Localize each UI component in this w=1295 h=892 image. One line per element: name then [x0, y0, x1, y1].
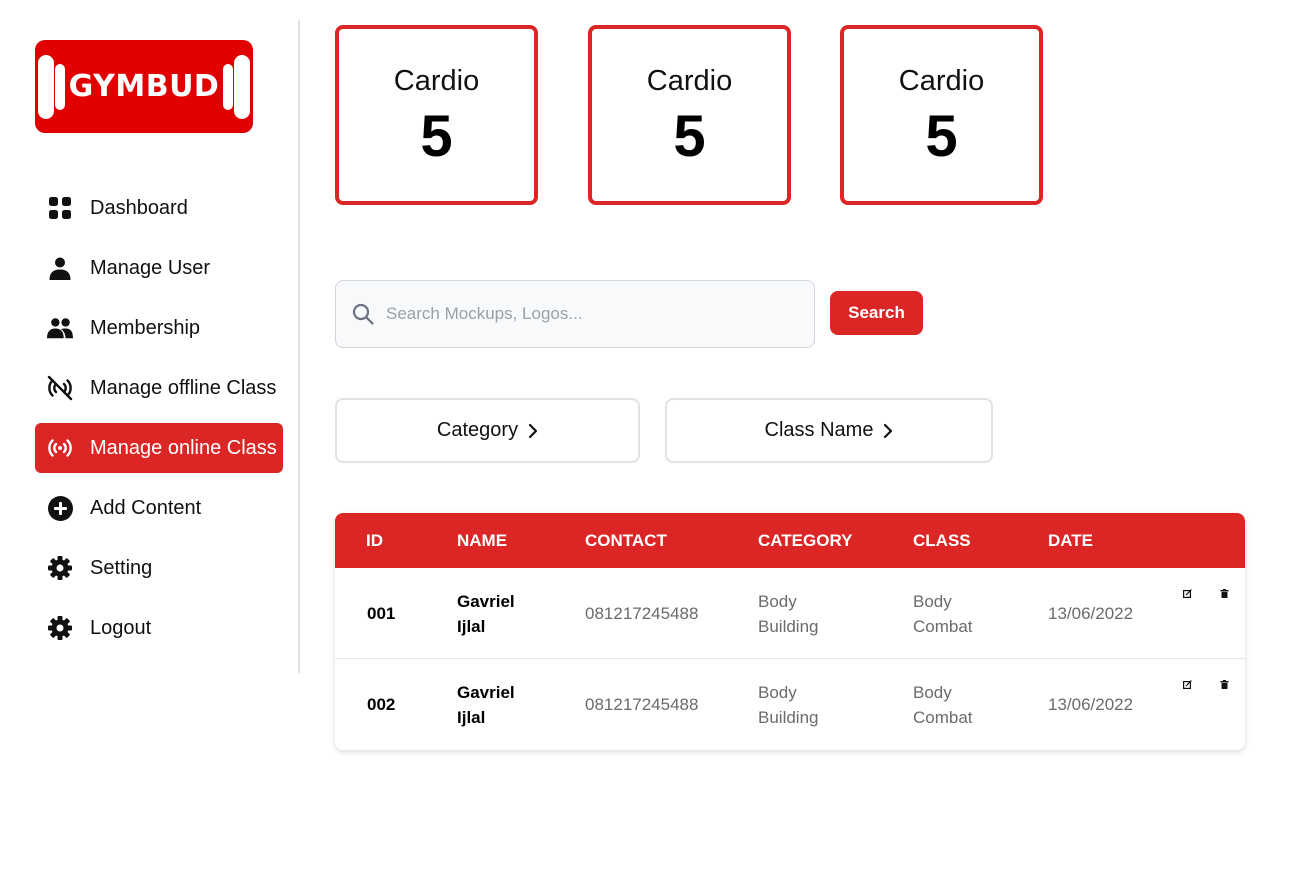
column-header-contact[interactable]: CONTACT	[585, 513, 667, 568]
row-class: Body Combat	[913, 680, 973, 730]
sidebar-item-manage-offline-class[interactable]: Manage offline Class	[35, 363, 283, 413]
search-input[interactable]	[386, 304, 786, 324]
members-table: ID NAME CONTACT CATEGORY CLASS DATE 001 …	[335, 513, 1245, 750]
row-name-first: Gavriel	[457, 683, 515, 702]
row-category-line: Body	[758, 592, 797, 611]
row-category: Body Building	[758, 680, 819, 730]
row-category-line: Building	[758, 708, 819, 727]
class-name-filter[interactable]: Class Name	[665, 398, 993, 463]
sidebar-item-label: Setting	[90, 556, 153, 579]
column-header-date[interactable]: DATE	[1048, 513, 1093, 568]
sidebar-nav: Dashboard Manage User Membership Manage …	[35, 183, 283, 663]
stat-label: Cardio	[898, 65, 985, 97]
category-filter-label: Category	[436, 419, 519, 441]
column-header-category[interactable]: CATEGORY	[758, 513, 852, 568]
row-name-first: Gavriel	[457, 592, 515, 611]
row-id: 001	[367, 604, 396, 623]
delete-icon[interactable]	[1220, 585, 1230, 598]
row-class-line: Combat	[913, 617, 973, 636]
edit-icon[interactable]	[1183, 585, 1193, 599]
sidebar-item-label: Manage User	[90, 256, 211, 279]
row-class-line: Body	[913, 683, 952, 702]
broadcast-icon	[47, 435, 73, 461]
sidebar-item-label: Add Content	[90, 496, 202, 519]
row-id: 002	[367, 695, 396, 714]
broadcast-off-icon	[47, 375, 73, 401]
stat-value: 5	[420, 104, 453, 169]
table-header: ID NAME CONTACT CATEGORY CLASS DATE	[335, 513, 1245, 568]
edit-icon[interactable]	[1183, 676, 1193, 690]
search-box	[335, 280, 815, 348]
column-header-class[interactable]: CLASS	[913, 513, 971, 568]
user-icon	[47, 255, 73, 281]
row-date: 13/06/2022	[1048, 604, 1134, 623]
logo-plate-right-small	[223, 63, 234, 110]
logo-plate-right	[234, 54, 251, 119]
row-category-line: Body	[758, 683, 797, 702]
table-row: 002 Gavriel Ijlal 081217245488 Body Buil…	[335, 659, 1245, 750]
sidebar-item-logout[interactable]: Logout	[35, 603, 283, 653]
users-icon	[47, 315, 73, 341]
logo-plate-left	[37, 54, 54, 119]
class-name-filter-label: Class Name	[764, 419, 874, 441]
row-category-line: Building	[758, 617, 819, 636]
sidebar-item-label: Logout	[90, 616, 152, 639]
row-name: Gavriel Ijlal	[457, 589, 515, 639]
search-button[interactable]: Search	[830, 291, 923, 335]
sidebar-item-setting[interactable]: Setting	[35, 543, 283, 593]
sidebar-item-manage-user[interactable]: Manage User	[35, 243, 283, 293]
logo-text: GYMBUD	[68, 69, 220, 104]
gymbud-logo[interactable]: GYMBUD	[35, 40, 253, 133]
sidebar-item-dashboard[interactable]: Dashboard	[35, 183, 283, 233]
sidebar: GYMBUD Dashboard Manage User Membership	[0, 20, 300, 673]
delete-icon[interactable]	[1220, 676, 1230, 689]
stat-card: Cardio 5	[335, 25, 538, 205]
sidebar-item-label: Dashboard	[90, 196, 188, 219]
row-contact: 081217245488	[585, 695, 699, 714]
row-name: Gavriel Ijlal	[457, 680, 515, 730]
chevron-right-icon	[528, 423, 538, 439]
table-row: 001 Gavriel Ijlal 081217245488 Body Buil…	[335, 568, 1245, 659]
row-name-last: Ijlal	[457, 617, 486, 636]
sidebar-item-membership[interactable]: Membership	[35, 303, 283, 353]
sidebar-item-manage-online-class[interactable]: Manage online Class	[35, 423, 283, 473]
column-header-name[interactable]: NAME	[457, 513, 507, 568]
row-date: 13/06/2022	[1048, 695, 1134, 714]
stat-value: 5	[673, 104, 706, 169]
sidebar-item-add-content[interactable]: Add Content	[35, 483, 283, 533]
category-filter[interactable]: Category	[335, 398, 640, 463]
row-class-line: Body	[913, 592, 952, 611]
plus-circle-icon	[47, 495, 73, 521]
row-name-last: Ijlal	[457, 708, 486, 727]
stat-label: Cardio	[393, 65, 480, 97]
column-header-id[interactable]: ID	[366, 513, 383, 568]
stat-card: Cardio 5	[840, 25, 1043, 205]
search-icon	[352, 303, 374, 325]
chevron-right-icon	[883, 423, 893, 439]
row-class-line: Combat	[913, 708, 973, 727]
gear-icon	[47, 555, 73, 581]
row-contact: 081217245488	[585, 604, 699, 623]
row-class: Body Combat	[913, 589, 973, 639]
logo-plate-left-small	[54, 63, 65, 110]
row-category: Body Building	[758, 589, 819, 639]
gear-icon	[47, 615, 73, 641]
stat-label: Cardio	[646, 65, 733, 97]
sidebar-item-label: Manage online Class	[90, 436, 277, 459]
stat-value: 5	[925, 104, 958, 169]
grid-icon	[47, 195, 73, 221]
sidebar-item-label: Manage offline Class	[90, 376, 277, 399]
sidebar-item-label: Membership	[90, 316, 201, 339]
stat-card: Cardio 5	[588, 25, 791, 205]
